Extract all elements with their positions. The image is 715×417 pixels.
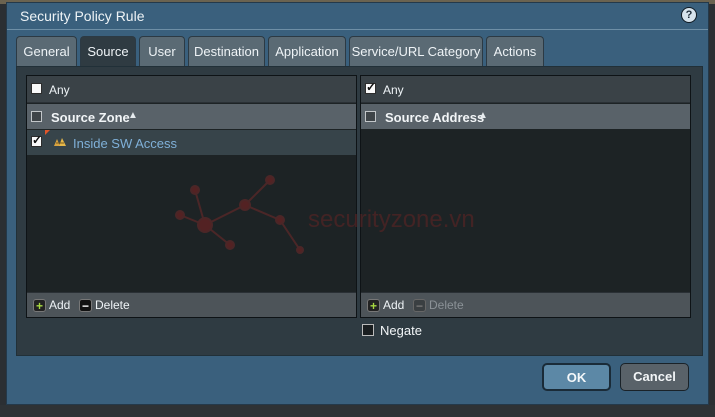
table-row[interactable]: Inside SW Access [27, 130, 356, 155]
add-icon: + [367, 299, 380, 313]
source-zone-header-label: Source Zone [51, 110, 130, 125]
source-address-select-all-checkbox[interactable] [365, 111, 376, 122]
source-zone-select-all-checkbox[interactable] [31, 111, 42, 122]
modified-flag-icon [45, 130, 50, 135]
negate-label: Negate [380, 323, 422, 338]
tab-general[interactable]: General [16, 36, 77, 66]
source-address-footer: + Add − Delete [361, 292, 690, 317]
delete-icon: − [413, 299, 426, 313]
dialog-title: Security Policy Rule [20, 8, 145, 24]
source-address-box: Any Source Address ▲ +Add −Delete [360, 75, 691, 318]
add-label: Add [49, 298, 71, 312]
ok-button[interactable]: OK [542, 363, 611, 391]
source-zone-box: Any Source Zone ▲ Inside SW Access +Add [26, 75, 357, 318]
source-zone-column-header[interactable]: Source Zone ▲ [27, 104, 356, 129]
source-zone-delete-button[interactable]: − Delete [79, 297, 130, 313]
source-address-any-label: Any [383, 83, 404, 97]
sort-ascending-icon[interactable]: ▲ [128, 110, 138, 121]
help-icon[interactable]: ? [681, 7, 697, 23]
tab-actions[interactable]: Actions [486, 36, 544, 66]
row-checkbox[interactable] [31, 133, 42, 147]
tab-user[interactable]: User [139, 36, 185, 66]
source-zone-footer: + Add − Delete [27, 292, 356, 317]
security-policy-rule-dialog: Security Policy Rule ? General Source Us… [6, 2, 709, 405]
source-address-header-label: Source Address [385, 110, 485, 125]
source-zone-add-button[interactable]: + Add [33, 297, 70, 313]
delete-label: Delete [95, 298, 130, 312]
source-tab-panel: Any Source Zone ▲ Inside SW Access +Add [16, 66, 703, 356]
source-address-any-checkbox[interactable] [365, 80, 376, 94]
tab-destination[interactable]: Destination [188, 36, 265, 66]
zone-name[interactable]: Inside SW Access [73, 136, 177, 151]
sort-ascending-icon[interactable]: ▲ [478, 110, 488, 121]
delete-icon: − [79, 299, 92, 313]
source-address-delete-button: − Delete [413, 297, 464, 313]
zone-icon [54, 138, 66, 146]
add-label: Add [383, 298, 405, 312]
source-address-any-row: Any [361, 76, 690, 103]
source-address-column-header[interactable]: Source Address ▲ [361, 104, 690, 129]
cancel-button[interactable]: Cancel [620, 363, 689, 391]
title-divider [7, 29, 708, 30]
source-zone-any-checkbox[interactable] [31, 83, 42, 94]
source-zone-any-label: Any [49, 83, 70, 97]
tab-application[interactable]: Application [268, 36, 346, 66]
delete-label: Delete [429, 298, 464, 312]
negate-checkbox[interactable] [362, 324, 374, 336]
source-address-add-button[interactable]: + Add [367, 297, 404, 313]
background-strip-bottom [0, 405, 715, 417]
tab-source[interactable]: Source [80, 36, 136, 67]
source-zone-any-row: Any [27, 76, 356, 103]
tab-service-url-category[interactable]: Service/URL Category [349, 36, 483, 66]
add-icon: + [33, 299, 46, 313]
